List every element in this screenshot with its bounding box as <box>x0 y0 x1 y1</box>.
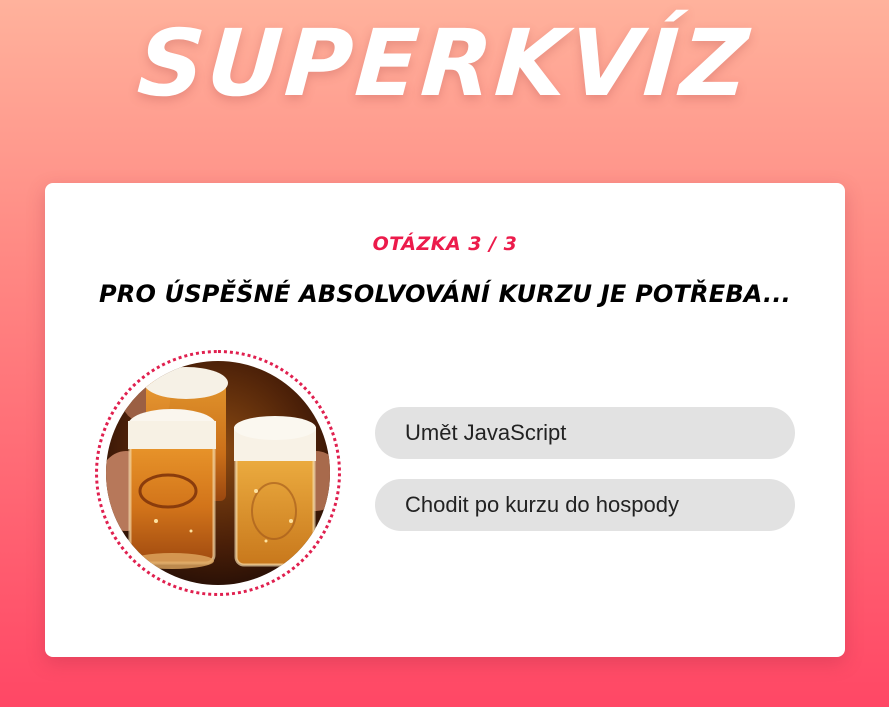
app-logo: SUPERKVÍZ <box>134 10 755 117</box>
answer-option-1[interactable]: Umět JavaScript <box>375 407 795 459</box>
question-text: PRO ÚSPĚŠNÉ ABSOLVOVÁNÍ KURZU JE POTŘEBA… <box>99 280 791 308</box>
question-image-frame <box>95 350 341 596</box>
quiz-card: OTÁZKA 3 / 3 PRO ÚSPĚŠNÉ ABSOLVOVÁNÍ KUR… <box>45 183 845 657</box>
answer-option-2[interactable]: Chodit po kurzu do hospody <box>375 479 795 531</box>
question-counter: OTÁZKA 3 / 3 <box>372 233 518 255</box>
beer-mugs-photo <box>106 361 330 585</box>
